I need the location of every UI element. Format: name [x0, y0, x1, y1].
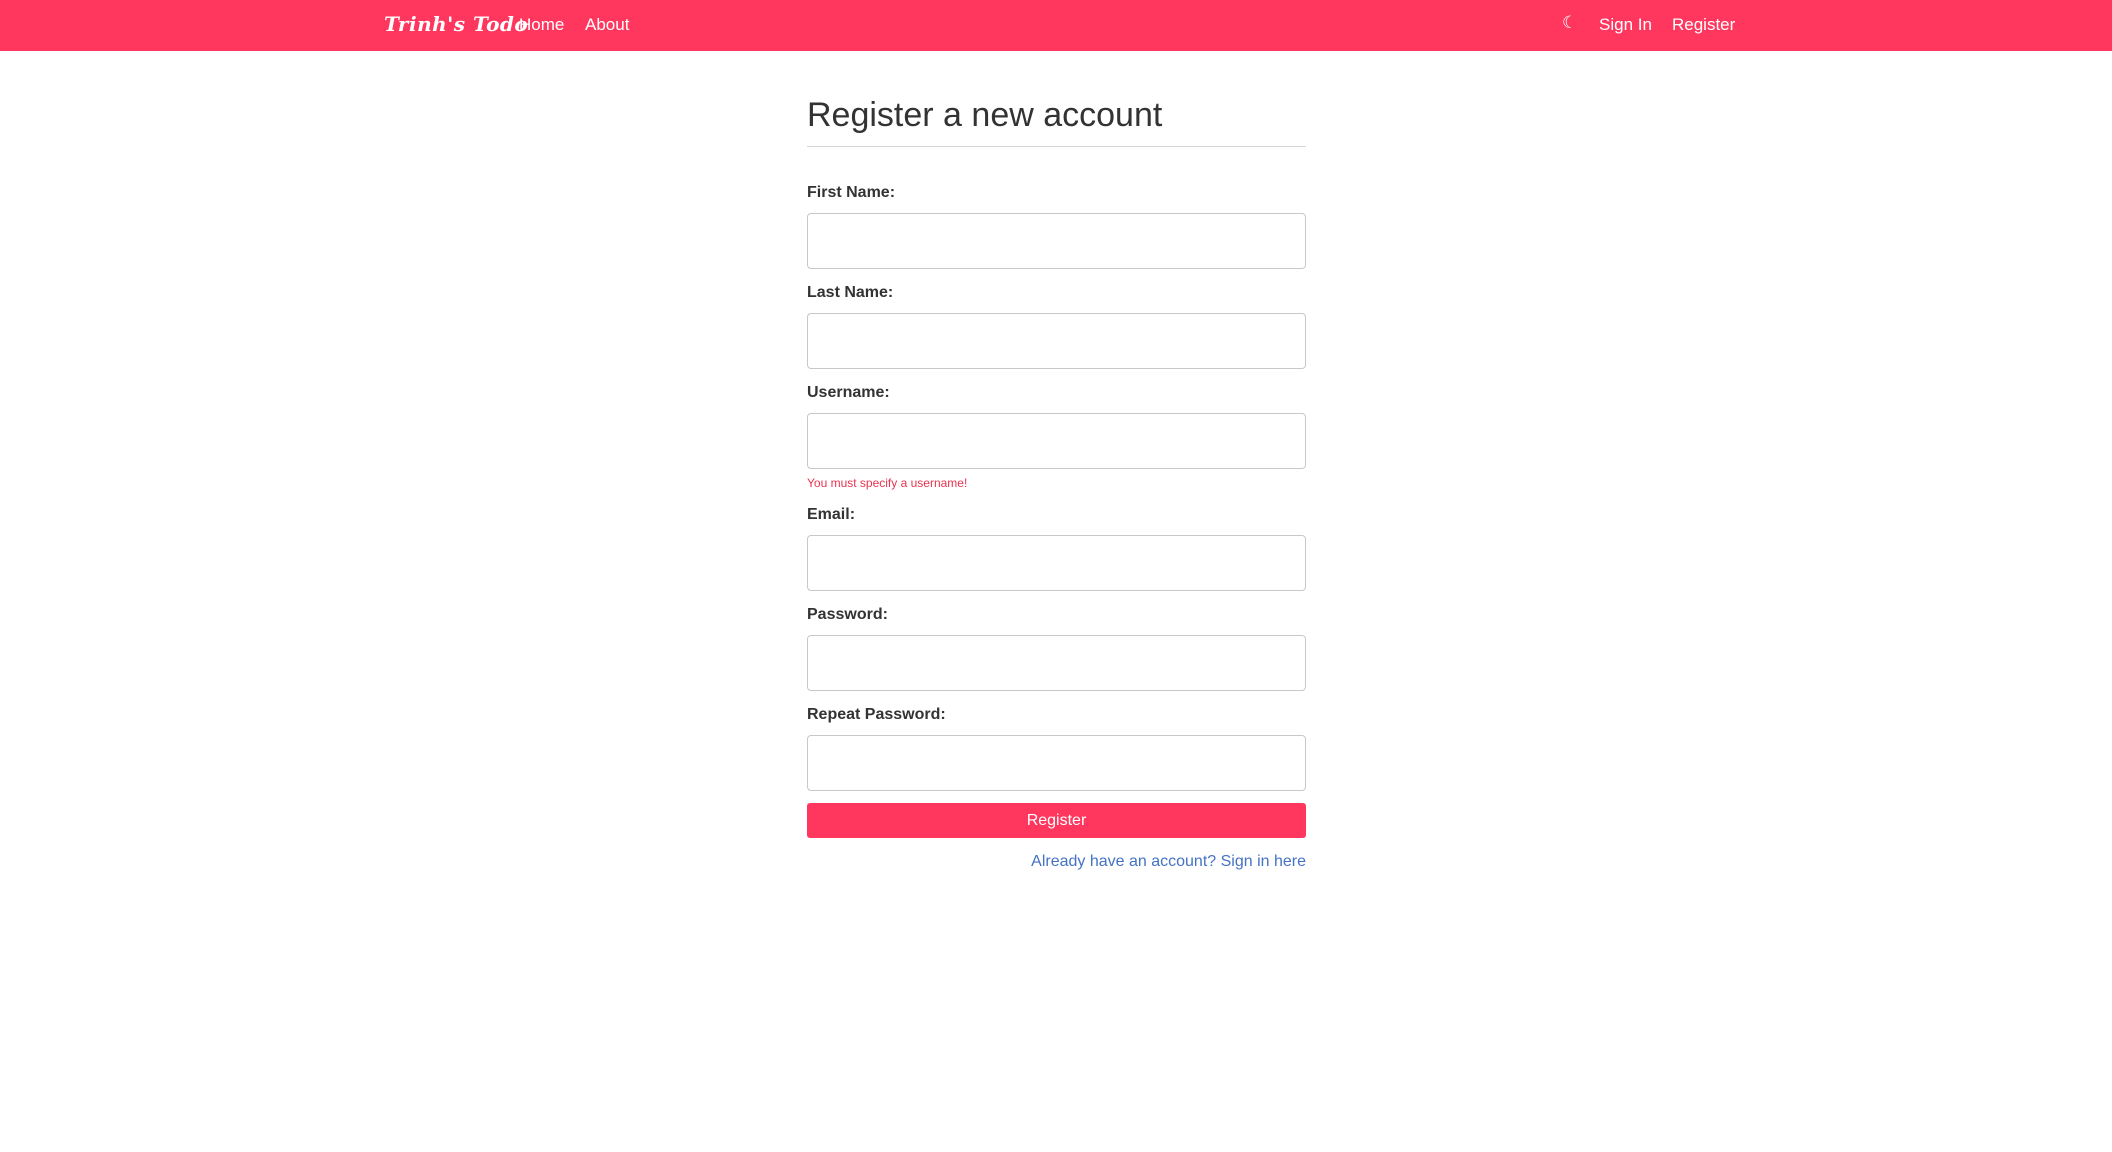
- repeat-password-field[interactable]: [807, 735, 1306, 791]
- first-name-field[interactable]: [807, 213, 1306, 269]
- nav-link-about[interactable]: About: [585, 15, 629, 35]
- username-error-message: You must specify a username!: [807, 476, 968, 490]
- nav-link-home[interactable]: Home: [519, 15, 564, 35]
- last-name-label: Last Name:: [807, 284, 894, 301]
- username-field[interactable]: [807, 413, 1306, 469]
- email-label: Email:: [807, 506, 856, 523]
- brand-logo[interactable]: Trinh's Todo: [384, 12, 528, 36]
- username-label: Username:: [807, 384, 890, 401]
- page-title: Register a new account: [807, 96, 1163, 134]
- repeat-password-label: Repeat Password:: [807, 706, 946, 723]
- first-name-label: First Name:: [807, 184, 896, 201]
- nav-link-sign-in[interactable]: Sign In: [1599, 15, 1652, 35]
- top-navbar: Trinh's Todo Home About ☾ Sign In Regist…: [0, 0, 2112, 51]
- sign-in-link[interactable]: Already have an account? Sign in here: [1031, 853, 1306, 871]
- email-field[interactable]: [807, 535, 1306, 591]
- password-field[interactable]: [807, 635, 1306, 691]
- register-submit-button[interactable]: Register: [807, 803, 1306, 838]
- title-divider: [807, 146, 1306, 147]
- password-label: Password:: [807, 606, 888, 623]
- moon-icon[interactable]: ☾: [1562, 13, 1577, 33]
- nav-link-register[interactable]: Register: [1672, 15, 1735, 35]
- last-name-field[interactable]: [807, 313, 1306, 369]
